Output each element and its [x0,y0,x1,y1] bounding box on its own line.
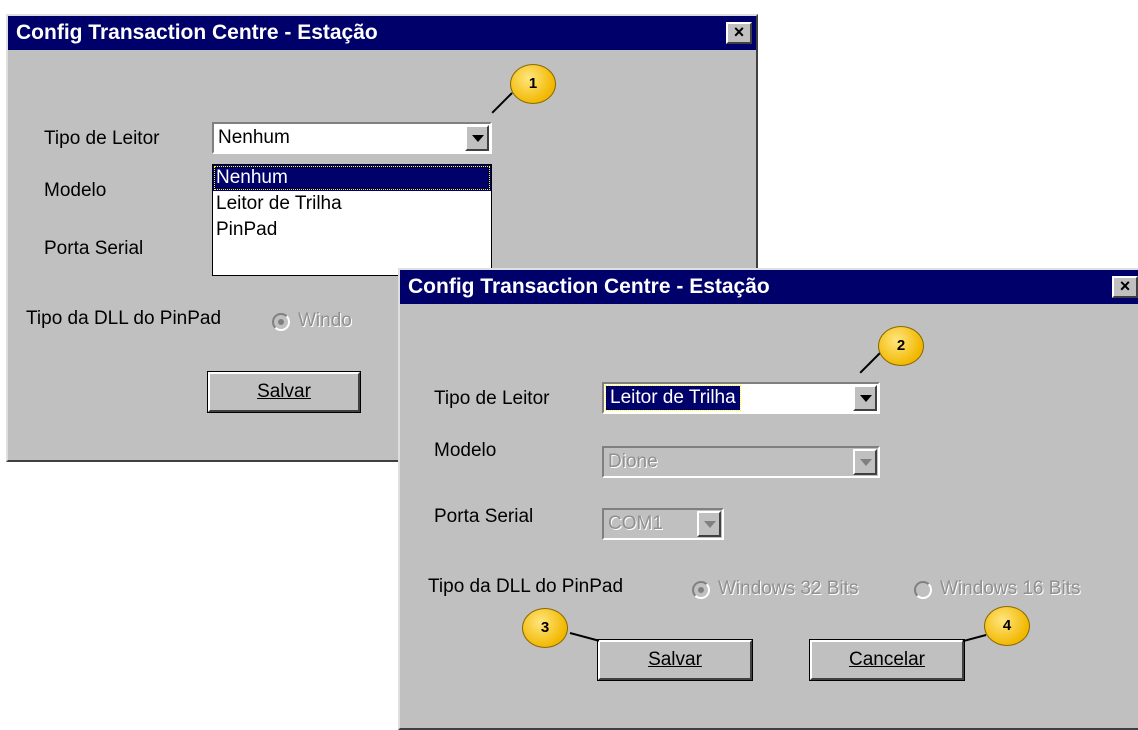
porta-serial-label: Porta Serial [44,238,144,259]
dll-label: Tipo da DLL do PinPad [26,308,222,329]
salvar-button[interactable]: Salvar [207,371,361,413]
tipo-leitor-value: Nenhum [218,127,290,148]
callout-badge-1: 1 [510,64,556,104]
close-button[interactable]: × [726,22,752,44]
modelo-value: Dione [608,451,658,472]
close-button[interactable]: × [1112,276,1138,298]
window-title: Config Transaction Centre - Estação [400,270,1138,304]
modelo-label: Modelo [434,440,497,461]
callout-badge-3: 3 [522,608,568,648]
dropdown-option-pinpad[interactable]: PinPad [213,217,491,243]
salvar-button[interactable]: Salvar [597,639,753,681]
dll-label: Tipo da DLL do PinPad [428,576,624,597]
callout-badge-2: 2 [878,326,924,366]
radio-windows-32[interactable] [272,313,290,331]
porta-serial-value: COM1 [608,513,663,534]
radio-windows-16-label: Windows 16 Bits [940,578,1081,599]
porta-serial-label: Porta Serial [434,506,534,527]
callout-badge-4: 4 [984,606,1030,646]
tipo-leitor-value: Leitor de Trilha [605,385,741,411]
chevron-down-icon[interactable] [465,125,489,151]
radio-windows-32-label: Windo [298,310,352,331]
radio-windows-32-label: Windows 32 Bits [718,578,859,599]
tipo-leitor-select[interactable]: Leitor de Trilha [602,382,880,414]
salvar-label: Salvar [648,649,702,670]
tipo-leitor-label: Tipo de Leitor [434,388,550,409]
tipo-leitor-select[interactable]: Nenhum [212,122,492,154]
tipo-leitor-label: Tipo de Leitor [44,128,160,149]
cancelar-label: Cancelar [848,649,926,670]
cancelar-button[interactable]: Cancelar [809,639,965,681]
dropdown-option-leitor-de-trilha[interactable]: Leitor de Trilha [213,191,491,217]
radio-windows-32[interactable] [692,581,710,599]
tipo-leitor-dropdown: Nenhum Leitor de Trilha PinPad [212,164,492,276]
chevron-down-icon[interactable] [853,385,877,411]
salvar-label: Salvar [257,381,311,402]
dialog-front: Config Transaction Centre - Estação × Ti… [398,268,1138,730]
chevron-down-icon[interactable] [853,449,877,475]
porta-serial-select[interactable]: COM1 [602,508,724,540]
chevron-down-icon[interactable] [697,511,721,537]
radio-windows-16[interactable] [914,581,932,599]
modelo-label: Modelo [44,180,107,201]
modelo-select[interactable]: Dione [602,446,880,478]
window-title: Config Transaction Centre - Estação [8,16,756,50]
dropdown-option-nenhum[interactable]: Nenhum [213,165,491,191]
